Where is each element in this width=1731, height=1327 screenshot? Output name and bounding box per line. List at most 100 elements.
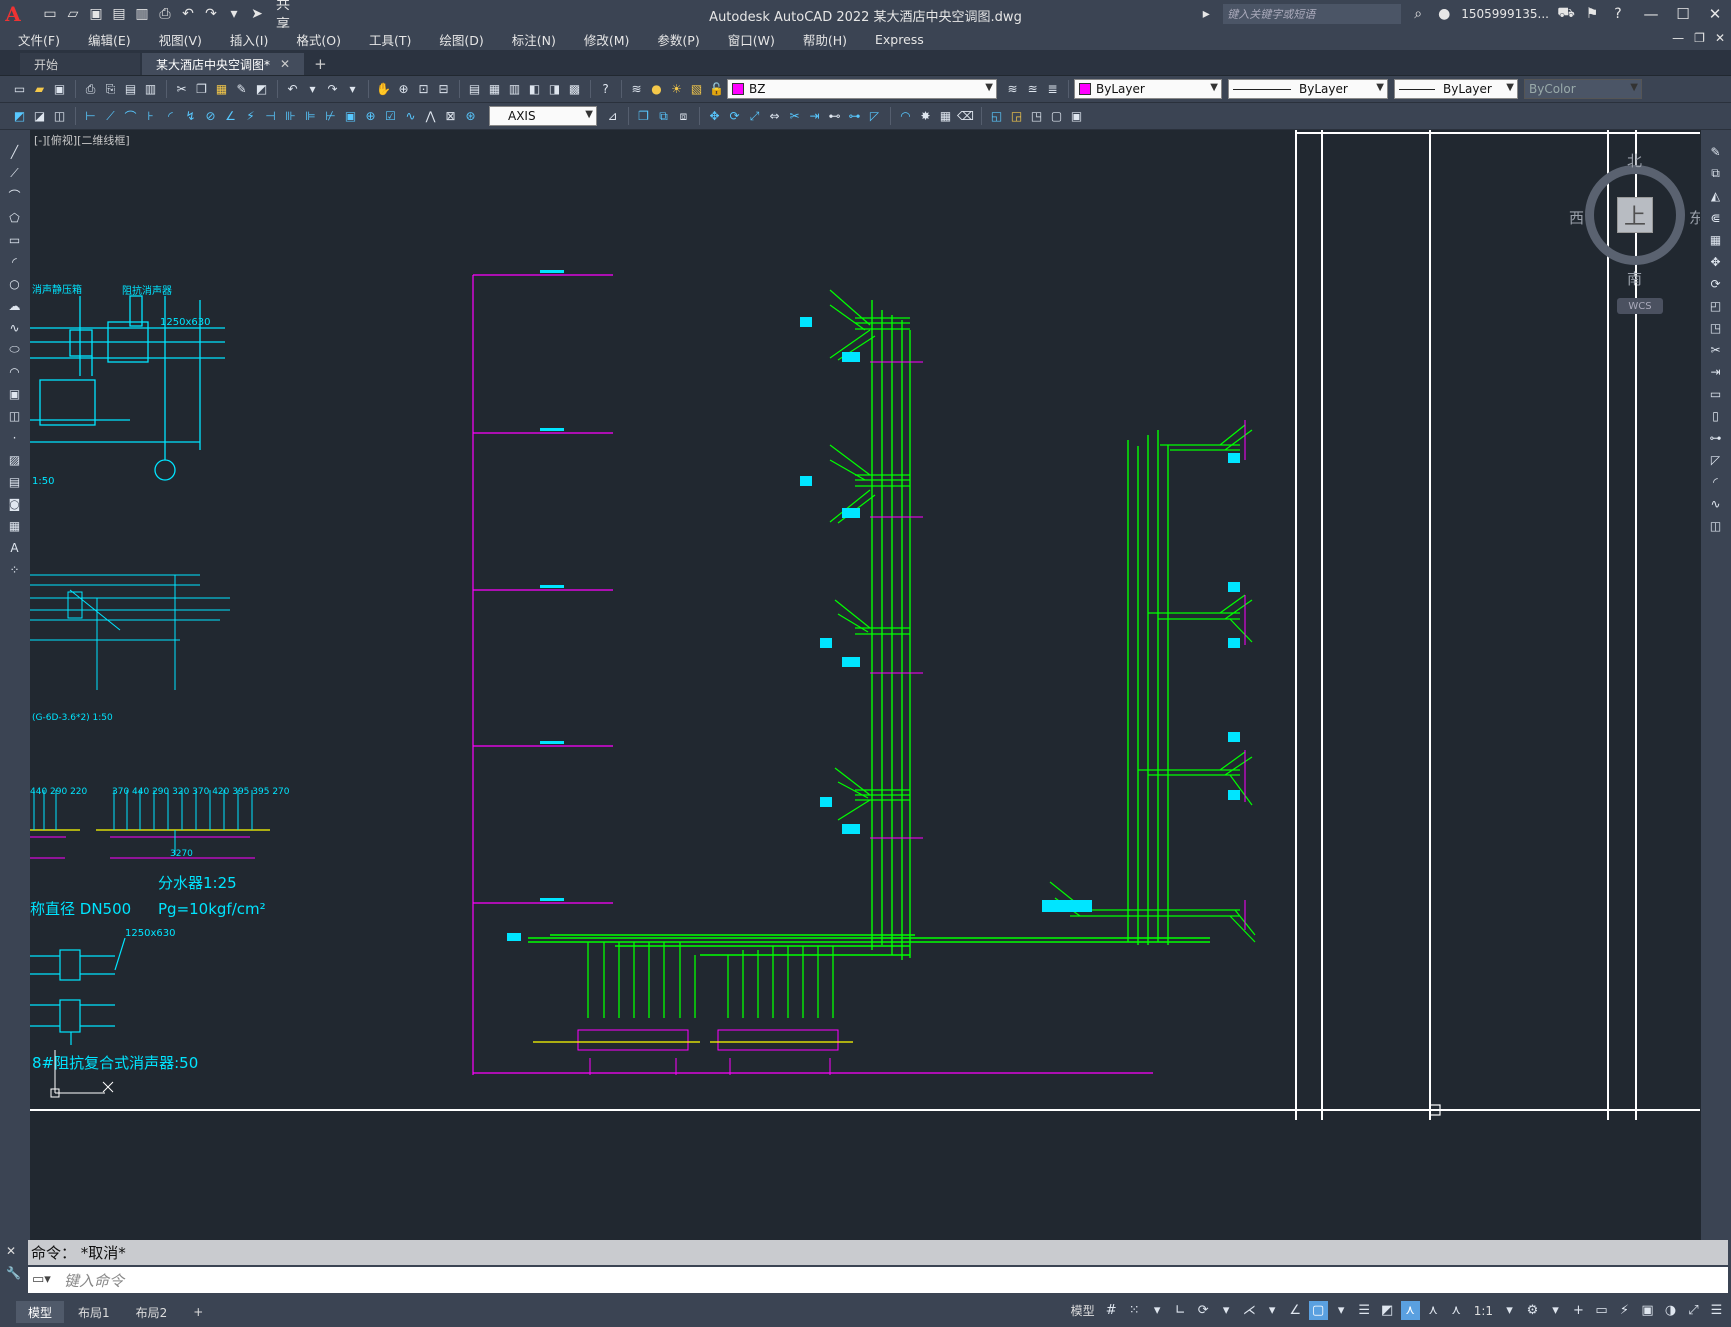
layer-previous-icon[interactable]: ≊ (1023, 80, 1042, 99)
dim-space-icon[interactable]: ⊫ (301, 107, 320, 126)
dim-override-icon[interactable]: ◪ (30, 107, 49, 126)
undo-dropdown-icon[interactable]: ▾ (303, 80, 322, 99)
break-icon[interactable]: ▯ (1706, 406, 1725, 425)
menu-draw[interactable]: 绘图(D) (421, 30, 493, 49)
layer-lock-icon[interactable]: 🔓 (707, 80, 726, 99)
compass-east[interactable]: 东 (1689, 207, 1700, 228)
table-icon[interactable]: ▦ (5, 516, 24, 535)
doc-restore-icon[interactable]: ❐ (1694, 31, 1705, 45)
dimstyle-dropdown[interactable]: AXIS ▼ (489, 106, 597, 126)
scale-icon[interactable]: ⤢ (745, 107, 764, 126)
erase-icon[interactable]: ⌫ (956, 107, 975, 126)
print-icon[interactable]: ⎙ (155, 4, 175, 24)
add-selected-icon[interactable]: ⁘ (5, 560, 24, 579)
minimize-icon[interactable]: — (1635, 5, 1667, 23)
annotation-scale-icon[interactable]: ⋏ (1447, 1301, 1466, 1320)
compass-west[interactable]: 西 (1569, 207, 1584, 228)
point-icon[interactable]: · (5, 428, 24, 447)
extend-icon[interactable]: ⇥ (805, 107, 824, 126)
share-icon[interactable]: ➤ (247, 4, 267, 24)
move-icon[interactable]: ✥ (1706, 252, 1725, 271)
menu-view[interactable]: 视图(V) (141, 30, 212, 49)
quick-properties-icon[interactable]: ⚡ (1615, 1301, 1634, 1320)
new-icon[interactable]: ▭ (10, 80, 29, 99)
autocad-logo-icon[interactable]: A (0, 0, 26, 28)
publish-icon[interactable]: ▤ (121, 80, 140, 99)
new-file-icon[interactable]: ▭ (40, 4, 60, 24)
dim-style-icon[interactable]: ◫ (50, 107, 69, 126)
line-icon[interactable]: ╱ (5, 142, 24, 161)
hardware-acceleration-icon[interactable]: ▣ (1638, 1301, 1657, 1320)
viewcube-top-face[interactable]: 上 (1617, 197, 1653, 233)
snap-dropdown-icon[interactable]: ▾ (1148, 1301, 1167, 1320)
model-space-toggle[interactable]: 模型 (1067, 1302, 1099, 1319)
baseline-dim-icon[interactable]: ⊣ (261, 107, 280, 126)
spline-icon[interactable]: ∿ (5, 318, 24, 337)
polar-dropdown-icon[interactable]: ▾ (1217, 1301, 1236, 1320)
dim-update-icon[interactable]: ◩ (10, 107, 29, 126)
stretch-icon[interactable]: ◳ (1706, 318, 1725, 337)
explode-icon[interactable]: ◫ (1706, 516, 1725, 535)
open-file-icon[interactable]: ▱ (63, 4, 83, 24)
explode-icon[interactable]: ✸ (916, 107, 935, 126)
close-command-icon[interactable]: ✕ (6, 1244, 21, 1258)
redo-dropdown-icon[interactable]: ▾ (343, 80, 362, 99)
snap-icon[interactable]: ⁙ (1125, 1301, 1144, 1320)
annotation-visibility-icon[interactable]: ⋏ (1400, 1301, 1420, 1320)
aligned-dim-icon[interactable]: ⟋ (101, 107, 120, 126)
properties-icon[interactable]: ▤ (465, 80, 484, 99)
isolate-objects-icon[interactable]: ◑ (1661, 1301, 1680, 1320)
radius-dim-icon[interactable]: ◜ (161, 107, 180, 126)
ellipse-icon[interactable]: ⬭ (5, 340, 24, 359)
transparency-icon[interactable]: ◩ (1378, 1301, 1397, 1320)
gradient-icon[interactable]: ▤ (5, 472, 24, 491)
erase-icon[interactable]: ✎ (1706, 142, 1725, 161)
annotation-monitor-icon[interactable]: + (1569, 1301, 1588, 1320)
plot-icon[interactable]: ⎙ (81, 80, 100, 99)
calculator-icon[interactable]: ▩ (565, 80, 584, 99)
compass-south[interactable]: 南 (1627, 268, 1642, 289)
fillet-icon[interactable]: ◜ (1706, 472, 1725, 491)
menu-dimension[interactable]: 标注(N) (494, 30, 566, 49)
annotation-scale-value[interactable]: 1:1 (1470, 1304, 1497, 1318)
close-tab-icon[interactable]: ✕ (280, 57, 290, 71)
save-as-icon[interactable]: ▤ (109, 4, 129, 24)
linear-dim-icon[interactable]: ⊢ (81, 107, 100, 126)
layout-tab-2[interactable]: 布局2 (124, 1301, 180, 1323)
multiline-text-icon[interactable]: A (5, 538, 24, 557)
search-input[interactable]: 键入关键字或短语 (1223, 4, 1402, 24)
customize-dropdown-icon[interactable]: ▾ (224, 4, 244, 24)
layer-freeze-icon[interactable]: ☀ (667, 80, 686, 99)
compass-north[interactable]: 北 (1627, 150, 1642, 171)
fillet-icon[interactable]: ◠ (896, 107, 915, 126)
menu-format[interactable]: 格式(O) (278, 30, 351, 49)
layer-viewport-icon[interactable]: ▧ (687, 80, 706, 99)
zoom-previous-icon[interactable]: ⊟ (434, 80, 453, 99)
layer-properties-icon[interactable]: ≋ (627, 80, 646, 99)
help-icon[interactable]: ? (596, 80, 615, 99)
scale-icon[interactable]: ◰ (1706, 296, 1725, 315)
menu-window[interactable]: 窗口(W) (710, 30, 785, 49)
trim-icon[interactable]: ✂ (785, 107, 804, 126)
viewcube[interactable]: 上 北 南 西 东 WCS (1569, 150, 1700, 314)
center-mark-icon[interactable]: ⊕ (361, 107, 380, 126)
mirror-icon[interactable]: ⧉ (654, 107, 673, 126)
wcs-menu[interactable]: WCS (1617, 298, 1663, 314)
menu-express[interactable]: Express (857, 32, 934, 47)
menu-help[interactable]: 帮助(H) (785, 30, 857, 49)
ungroup-icon[interactable]: ▣ (1067, 107, 1086, 126)
paste-icon[interactable]: ▦ (212, 80, 231, 99)
zoom-window-icon[interactable]: ⊡ (414, 80, 433, 99)
isodraft-dropdown-icon[interactable]: ▾ (1263, 1301, 1282, 1320)
workspace-gear-icon[interactable]: ⚙ (1523, 1301, 1542, 1320)
redo-icon[interactable]: ↷ (323, 80, 342, 99)
open-icon[interactable]: ▰ (30, 80, 49, 99)
stretch-icon[interactable]: ⇔ (765, 107, 784, 126)
menu-insert[interactable]: 插入(I) (212, 30, 278, 49)
circle-icon[interactable]: ○ (5, 274, 24, 293)
block-editor-icon[interactable]: ◩ (252, 80, 271, 99)
layer-dropdown[interactable]: BZ ▼ (727, 79, 997, 99)
add-layout-icon[interactable]: + (181, 1301, 215, 1323)
extend-icon[interactable]: ⇥ (1706, 362, 1725, 381)
region-icon[interactable]: ◙ (5, 494, 24, 513)
